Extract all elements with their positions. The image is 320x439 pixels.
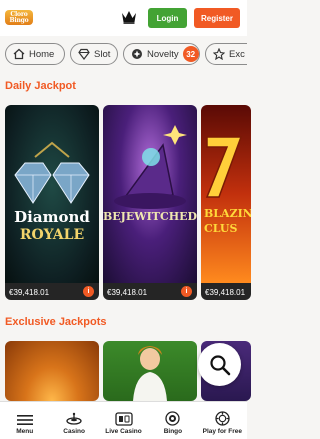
tab-home-label: Home	[29, 48, 55, 60]
game-card-diamond-royale[interactable]: Diamond ROYALE €39,418.01 i	[5, 105, 99, 300]
sparkle-icon	[132, 49, 142, 59]
category-nav: Home Slot Novelty 32 Exc	[0, 36, 247, 72]
game-card-bejewitched[interactable]: BEJEWITCHED €39,418.01 i	[103, 105, 197, 300]
game-art	[103, 341, 197, 401]
bottom-nav-bingo[interactable]: Bingo	[148, 402, 197, 439]
seven-graphic	[205, 136, 243, 198]
bottom-nav-casino[interactable]: Casino	[49, 402, 98, 439]
tab-exclusive[interactable]: Exc	[205, 43, 247, 65]
jackpot-amount: €39,418.01	[9, 288, 50, 297]
roulette-icon	[66, 412, 82, 425]
exclusive-game-card-2[interactable]	[103, 341, 197, 401]
tab-slot-label: Slot	[94, 48, 111, 60]
logo-line2: Bingo	[9, 16, 29, 24]
exclusive-jackpots-title: Exclusive Jackpots	[5, 316, 107, 328]
star-icon	[213, 48, 225, 60]
info-icon[interactable]: i	[83, 286, 94, 297]
home-icon	[13, 48, 25, 60]
tab-exclusive-label: Exc	[229, 48, 245, 60]
search-icon	[209, 354, 230, 375]
game-art	[5, 341, 99, 401]
bottom-nav-menu-label: Menu	[16, 428, 34, 435]
bottom-nav-bingo-label: Bingo	[163, 428, 183, 435]
info-icon[interactable]: i	[181, 286, 192, 297]
header: Cloro Bingo Login Register	[0, 0, 247, 36]
tab-novelty[interactable]: Novelty 32	[123, 43, 200, 65]
diamond-graphic	[14, 141, 90, 204]
live-casino-icon	[114, 412, 133, 426]
bottom-nav-menu[interactable]: Menu	[0, 402, 49, 439]
jackpot-amount: €39,418.01	[107, 288, 148, 297]
game-art	[201, 105, 251, 283]
tab-novelty-label: Novelty	[147, 48, 179, 60]
game-title-line1: Diamond	[14, 208, 90, 226]
game-art	[5, 105, 99, 283]
login-button[interactable]: Login	[148, 8, 187, 28]
bottom-nav-live-casino[interactable]: Live Casino	[99, 402, 148, 439]
menu-icon	[16, 415, 33, 425]
game-card-blazin-clusters[interactable]: BLAZIN CLUS €39,418.01	[201, 105, 251, 300]
game-title-line1: BLAZIN	[204, 207, 251, 220]
game-title: BEJEWITCHED	[103, 210, 197, 223]
bottom-nav: Menu Casino Live Casino Bingo Play for F…	[0, 401, 247, 439]
game-art	[103, 105, 197, 283]
daily-jackpot-title: Daily Jackpot	[5, 80, 76, 92]
bottom-nav-play-for-free[interactable]: Play for Free	[198, 402, 247, 439]
brand-logo[interactable]: Cloro Bingo	[5, 10, 33, 25]
tab-home[interactable]: Home	[5, 43, 65, 65]
witch-hat-graphic	[114, 125, 187, 209]
bottom-nav-play-for-free-label: Play for Free	[202, 428, 243, 435]
character-graphic	[133, 346, 167, 401]
tab-slot[interactable]: Slot	[70, 43, 118, 65]
game-title-line2: ROYALE	[19, 227, 85, 243]
bottom-nav-casino-label: Casino	[63, 428, 85, 435]
chip-icon	[215, 411, 230, 426]
crown-icon[interactable]	[121, 10, 137, 24]
jackpot-amount: €39,418.01	[205, 288, 246, 297]
diamond-icon	[78, 48, 90, 60]
bingo-ball-icon	[165, 411, 181, 426]
bottom-nav-live-casino-label: Live Casino	[105, 428, 142, 435]
exclusive-game-card-1[interactable]	[5, 341, 99, 401]
game-title-line2: CLUS	[204, 222, 238, 235]
search-button[interactable]	[198, 343, 241, 386]
register-button[interactable]: Register	[194, 8, 240, 28]
novelty-count-badge: 32	[182, 46, 199, 62]
